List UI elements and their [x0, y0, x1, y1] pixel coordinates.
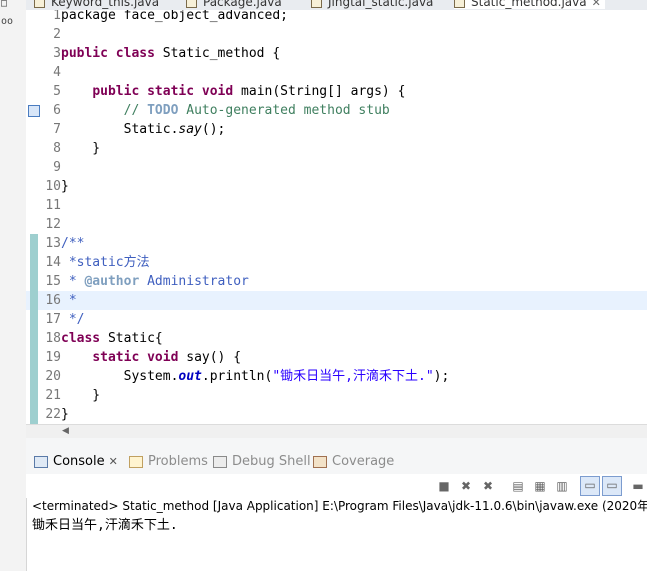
tab-jingtai-static[interactable]: Jingtai_static.java: [311, 0, 433, 9]
code-line: 4: [53, 65, 61, 80]
code-text: public class Static_method {: [61, 46, 281, 61]
code-text: * @author Administrator: [61, 274, 249, 289]
word-wrap-icon[interactable]: ▥: [554, 478, 570, 494]
console-tab-bar: Console ✕ Problems Debug Shell Coverage: [26, 450, 647, 475]
code-text: // TODO Auto-generated method stub: [123, 103, 390, 118]
tab-static-method[interactable]: Static_method.java ✕: [454, 0, 605, 9]
code-text: }: [61, 388, 101, 403]
code-text: */: [61, 312, 85, 327]
problems-icon: [129, 455, 143, 468]
console-icon: [34, 455, 48, 468]
code-text: System.out.println("锄禾日当午,汗滴禾下土.");: [61, 369, 450, 384]
left-strip-glyph: oo: [1, 16, 14, 27]
code-line: 10 }: [45, 179, 69, 194]
code-line: 14 *static方法: [26, 253, 647, 272]
code-text: /**: [61, 236, 85, 251]
code-line: 15 * @author Administrator: [26, 272, 647, 291]
console-status: <terminated> Static_method [Java Applica…: [32, 499, 647, 513]
code-text: }: [61, 141, 101, 156]
left-side-strip: □ oo: [0, 0, 27, 571]
tab-package[interactable]: Package.java: [186, 0, 282, 9]
java-file-icon: [311, 0, 322, 8]
code-text: }: [61, 407, 69, 422]
close-icon[interactable]: ✕: [109, 455, 118, 468]
code-line: 20 System.out.println("锄禾日当午,汗滴禾下土.");: [26, 367, 647, 386]
clear-console-icon[interactable]: ▤: [510, 478, 526, 494]
java-file-icon: [34, 0, 45, 8]
code-line: 8 }: [53, 141, 101, 156]
code-line: 7 Static.say();: [53, 122, 226, 137]
close-icon[interactable]: ✕: [592, 0, 601, 9]
current-code-line: 16 *: [26, 291, 647, 310]
code-line: 22 }: [26, 405, 647, 424]
code-line: 18 class Static{: [26, 329, 647, 348]
code-text: *static方法: [61, 255, 150, 270]
tab-coverage[interactable]: Coverage: [313, 453, 394, 471]
code-line: 12: [45, 217, 61, 232]
java-file-icon: [186, 0, 197, 8]
remove-all-icon[interactable]: ✖: [480, 478, 496, 494]
console-output: 锄禾日当午,汗滴禾下土.: [32, 518, 178, 533]
code-line: 11: [45, 198, 61, 213]
terminate-icon[interactable]: ■: [436, 478, 452, 494]
code-text: class Static{: [61, 331, 163, 346]
code-text: }: [61, 179, 69, 194]
code-text: static void say() {: [92, 350, 242, 365]
code-text: package face_object_advanced;: [61, 10, 288, 23]
scroll-lock-icon[interactable]: ▦: [532, 478, 548, 494]
left-strip-mark: □: [1, 0, 8, 9]
tab-console[interactable]: Console ✕: [34, 453, 118, 471]
code-line: 9: [53, 160, 61, 175]
remove-launch-icon[interactable]: ✖: [458, 478, 474, 494]
code-text: public static void main(String[] args) {: [92, 84, 406, 99]
code-line: 3 public class Static_method {: [53, 46, 281, 61]
code-line: 19 static void say() {: [26, 348, 647, 367]
code-line: 21 }: [26, 386, 647, 405]
java-file-icon: [454, 0, 465, 8]
show-on-error-icon[interactable]: ▭: [602, 476, 622, 496]
show-on-output-icon[interactable]: ▭: [580, 476, 600, 496]
code-line: 6 // TODO Auto-generated method stub: [26, 101, 647, 120]
tab-debug-shell[interactable]: Debug Shell: [213, 453, 311, 471]
code-text: *: [61, 293, 77, 308]
display-console-icon[interactable]: ▬: [630, 478, 646, 494]
code-line: 1 package face_object_advanced;: [26, 10, 647, 25]
horizontal-scrollbar[interactable]: ◀: [26, 424, 647, 439]
tab-keyword-this[interactable]: Keyword_this.java: [34, 0, 159, 9]
code-line: 13 /**: [26, 234, 647, 253]
coverage-icon: [313, 455, 327, 468]
code-editor[interactable]: 1 package face_object_advanced; 2 3 publ…: [26, 10, 647, 424]
debug-shell-icon: [213, 455, 227, 468]
tab-problems[interactable]: Problems: [129, 453, 208, 471]
scroll-left-icon[interactable]: ◀: [62, 426, 69, 436]
console-toolbar: ■ ✖ ✖ ▤ ▦ ▥ ▭ ▭ ▬: [26, 474, 647, 498]
code-line: 2: [53, 27, 61, 42]
code-line: 5 public static void main(String[] args)…: [53, 84, 406, 99]
panel-divider: [26, 438, 647, 450]
code-text: Static.say();: [61, 122, 226, 137]
code-line: 17 */: [26, 310, 647, 329]
